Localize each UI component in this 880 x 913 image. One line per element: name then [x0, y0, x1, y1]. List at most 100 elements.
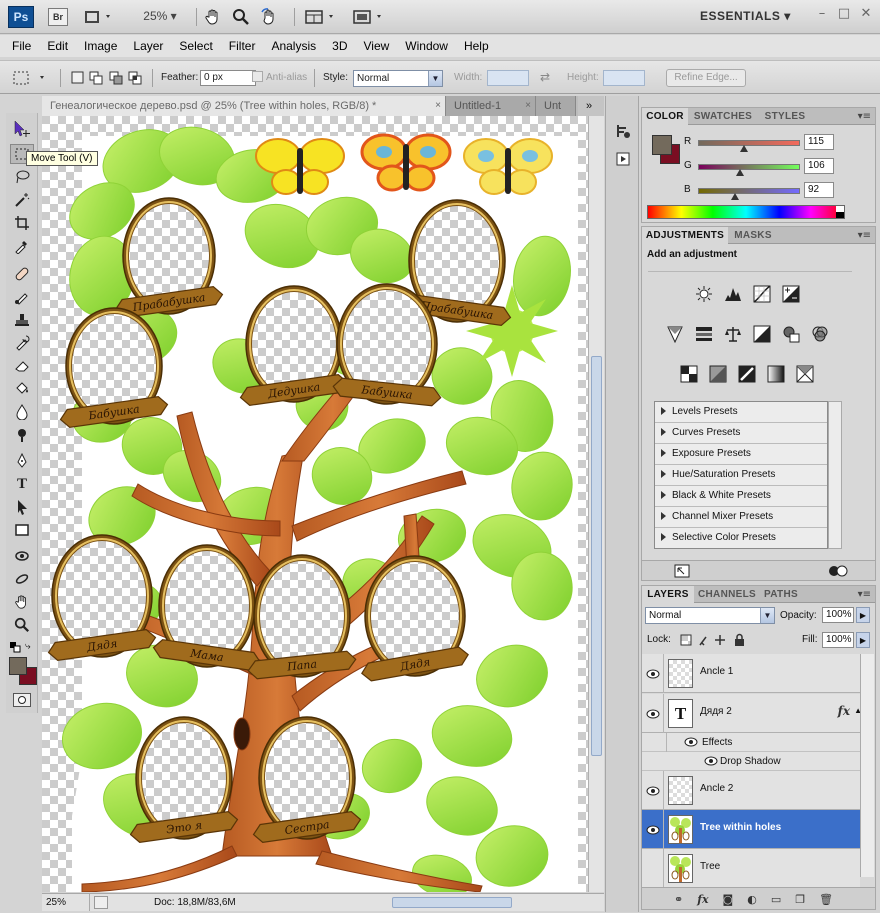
eraser-tool[interactable] [10, 356, 34, 376]
channel-slider-knob[interactable] [740, 145, 748, 152]
minimize-button[interactable]: – [814, 6, 830, 22]
quick-mask-button[interactable] [13, 693, 31, 707]
layer-style-icon[interactable]: fx [697, 893, 708, 906]
expand-triangle-icon[interactable] [661, 533, 666, 542]
document-canvas[interactable]: Прабабушка ПрабабушкаБабушкаДедушка Бабушк… [42, 116, 588, 892]
tab-genealogy-document[interactable]: Генеалогическое дерево.psd @ 25% (Tree w… [42, 96, 446, 116]
menu-select[interactable]: Select [171, 39, 220, 53]
layer-visibility-toggle[interactable] [642, 810, 664, 849]
preset-item[interactable]: Channel Mixer Presets [655, 507, 827, 528]
expand-triangle-icon[interactable] [661, 428, 666, 437]
layer-visibility-toggle[interactable] [642, 849, 664, 888]
tabs-overflow-button[interactable]: » [578, 96, 604, 116]
channel-value-input[interactable]: 106 [804, 158, 834, 174]
color-panel-foreground-swatch[interactable] [652, 135, 672, 155]
style-select[interactable]: Normal ▼ [353, 70, 443, 87]
swap-colors-icon[interactable]: ⤷ [25, 641, 37, 653]
width-input[interactable] [487, 70, 529, 86]
return-to-layers-button[interactable] [674, 564, 690, 578]
brush-tool[interactable] [10, 287, 34, 307]
layer-visibility-toggle[interactable] [642, 771, 664, 810]
layer-effects-icon[interactable]: fx [838, 704, 850, 718]
default-colors-button[interactable] [9, 641, 21, 653]
tab-styles[interactable]: STYLES [758, 108, 812, 125]
hand-tool-button[interactable] [202, 7, 224, 27]
new-group-icon[interactable]: ▭ [771, 893, 781, 906]
preset-item[interactable]: Levels Presets [655, 402, 827, 423]
opacity-input[interactable]: 100% [822, 607, 854, 623]
lock-buttons[interactable] [680, 633, 760, 647]
opacity-slider-button[interactable]: ▶ [856, 607, 870, 623]
new-adjustment-layer-icon[interactable]: ◐ [747, 893, 757, 906]
workspace-switcher[interactable]: ESSENTIALS ▾ [700, 9, 791, 23]
tab-swatches[interactable]: SWATCHES [690, 108, 756, 125]
layer-visibility-toggle[interactable] [642, 654, 664, 693]
rotate-view-button[interactable] [258, 7, 280, 27]
layer-visibility-toggle[interactable] [642, 694, 664, 733]
layers-scrollbar[interactable] [860, 654, 874, 877]
link-layers-icon[interactable]: ⚭ [674, 893, 683, 906]
clip-to-layer-button[interactable] [828, 564, 848, 578]
gradient-map-button[interactable] [765, 363, 787, 385]
threshold-button[interactable] [736, 363, 758, 385]
layer-row[interactable]: Tree [642, 849, 860, 888]
foreground-color-swatch[interactable] [9, 657, 27, 675]
close-icon[interactable]: × [435, 96, 441, 116]
status-zoom-field[interactable]: 25% [42, 894, 90, 911]
drop-shadow-visibility-toggle[interactable] [704, 756, 718, 769]
layer-row[interactable]: Ancle 1 [642, 654, 860, 693]
channel-value-input[interactable]: 92 [804, 182, 834, 198]
layer-row[interactable]: T Дядя 2 fx ▲ [642, 694, 862, 733]
posterize-button[interactable] [707, 363, 729, 385]
tab-layers[interactable]: LAYERS [642, 586, 694, 603]
swap-width-height-icon[interactable]: ⇄ [540, 70, 556, 86]
menu-help[interactable]: Help [456, 39, 497, 53]
actions-panel-button[interactable] [612, 148, 634, 170]
close-icon[interactable]: × [525, 96, 531, 116]
type-tool[interactable]: T [10, 474, 34, 494]
menu-analysis[interactable]: Analysis [263, 39, 324, 53]
hue-saturation-button[interactable] [693, 323, 715, 345]
spot-healing-brush-tool[interactable] [10, 264, 34, 284]
close-button[interactable]: ✕ [858, 6, 874, 22]
menu-edit[interactable]: Edit [39, 39, 76, 53]
channel-slider-knob[interactable] [730, 193, 739, 200]
expand-triangle-icon[interactable] [661, 407, 666, 416]
screen-mode-button[interactable] [352, 7, 388, 27]
eyedropper-tool[interactable] [10, 236, 34, 256]
tab-channels[interactable]: CHANNELS [696, 586, 758, 603]
rectangle-tool[interactable] [10, 520, 34, 540]
add-mask-icon[interactable]: ◙ [723, 893, 734, 906]
arrange-documents-button[interactable] [304, 7, 340, 27]
panel-menu-icon[interactable]: ▾≡ [858, 589, 871, 600]
tab-masks[interactable]: MASKS [730, 227, 776, 244]
move-tool[interactable] [10, 119, 34, 139]
preset-item[interactable]: Selective Color Presets [655, 528, 827, 548]
panel-menu-icon[interactable]: ▾≡ [858, 111, 871, 122]
tab-paths[interactable]: PATHS [760, 586, 802, 603]
channel-slider-knob[interactable] [736, 169, 745, 176]
expand-triangle-icon[interactable] [661, 491, 666, 500]
zoom-tool[interactable] [10, 615, 34, 635]
presets-scrollbar[interactable] [828, 401, 842, 549]
effects-visibility-toggle[interactable] [684, 737, 698, 750]
menu-view[interactable]: View [355, 39, 397, 53]
effects-row[interactable]: Effects [642, 733, 860, 752]
pen-tool[interactable] [10, 451, 34, 471]
3d-rotate-tool[interactable] [10, 546, 34, 566]
expand-triangle-icon[interactable] [661, 470, 666, 479]
horizontal-scroll-thumb[interactable] [392, 897, 512, 908]
3d-orbit-tool[interactable] [10, 569, 34, 589]
zoom-tool-button[interactable] [230, 7, 252, 27]
lasso-tool[interactable] [10, 167, 34, 187]
preset-item[interactable]: Black & White Presets [655, 486, 827, 507]
menu-file[interactable]: File [4, 39, 39, 53]
anti-alias-checkbox[interactable] [252, 71, 263, 82]
expand-triangle-icon[interactable] [661, 512, 666, 521]
preset-item[interactable]: Exposure Presets [655, 444, 827, 465]
tab-untitled-1[interactable]: Untitled-1 × [446, 96, 536, 116]
delete-layer-icon[interactable]: 🗑 [819, 893, 833, 906]
paint-bucket-tool[interactable] [10, 379, 34, 399]
channel-slider-track[interactable] [698, 140, 800, 146]
menu-image[interactable]: Image [76, 39, 125, 53]
